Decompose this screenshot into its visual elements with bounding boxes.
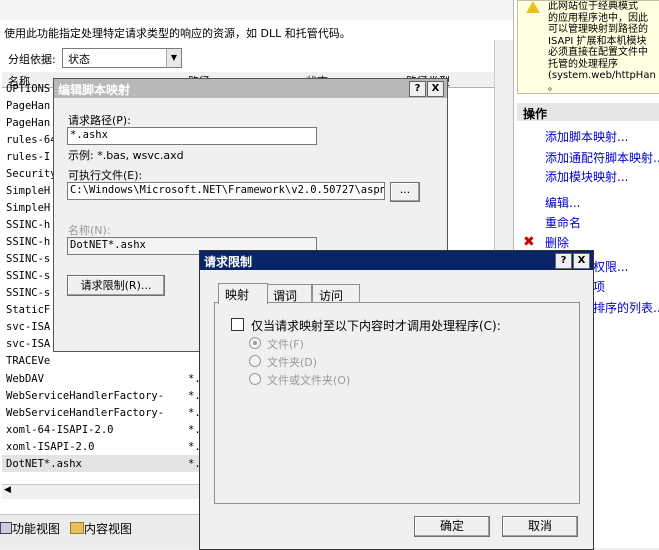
executable-label: 可执行文件(E):	[68, 169, 143, 182]
add-wildcard-map-link[interactable]: 添加通配符脚本映射...	[545, 149, 659, 166]
list-item[interactable]: WebServiceHandlerFactory-	[6, 390, 164, 402]
list-item[interactable]: SSINC-h	[6, 219, 50, 231]
list-item[interactable]: WebDAV	[6, 373, 44, 385]
dialog-title-bar[interactable]: 编辑脚本映射 ? X	[54, 79, 447, 98]
folder-radio[interactable]	[249, 355, 261, 367]
list-item[interactable]: xoml-64-ISAPI-2.0	[6, 424, 113, 436]
groupby-label: 分组依据:	[8, 53, 56, 66]
file-or-folder-radio[interactable]	[249, 373, 261, 385]
list-item[interactable]: TRACEVe	[6, 355, 50, 367]
feature-description: 使用此功能指定处理特定请求类型的响应的资源，如 DLL 和托管代码。	[4, 27, 351, 40]
tab-panel-mapping: 仅当请求映射至以下内容时才调用处理程序(C): 文件(F) 文件夹(D) 文件或…	[214, 302, 580, 504]
list-item[interactable]: SimpleH	[6, 202, 50, 214]
rename-link[interactable]: 重命名	[545, 214, 581, 231]
tab-content-view[interactable]: 内容视图	[70, 520, 132, 537]
list-item[interactable]: SSINC-s	[6, 253, 50, 265]
file-radio[interactable]	[249, 337, 261, 349]
request-path-label: 请求路径(P):	[68, 114, 131, 127]
item-link[interactable]: 项	[593, 278, 605, 295]
list-item[interactable]: WebServiceHandlerFactory-	[6, 407, 164, 419]
file-or-folder-label: 文件或文件夹(O)	[267, 374, 351, 387]
list-item[interactable]: SimpleH	[6, 185, 50, 197]
list-item[interactable]: rules-I	[6, 151, 50, 163]
groupby-select[interactable]: 状态 ▼	[62, 48, 182, 68]
features-view-icon	[0, 522, 12, 534]
permissions-link[interactable]: 权限...	[593, 258, 628, 275]
list-item[interactable]: xoml-ISAPI-2.0	[6, 441, 95, 453]
cancel-button[interactable]: 取消	[502, 516, 578, 537]
info-box: 此网站位于经典模式 的应用程序池中，因此 可以管理映射到路径的 ISAPI 扩展…	[517, 0, 659, 94]
help-button[interactable]: ?	[555, 253, 572, 269]
chevron-down-icon[interactable]: ▼	[166, 49, 181, 67]
dialog-title: 请求限制	[204, 255, 253, 269]
edit-link[interactable]: 编辑...	[545, 194, 580, 211]
file-label: 文件(F)	[267, 338, 304, 351]
dialog-title: 编辑脚本映射	[58, 83, 131, 97]
actions-header: 操作	[517, 103, 659, 121]
list-item[interactable]: svc-ISA	[6, 321, 50, 333]
list-item[interactable]: PageHan	[6, 117, 50, 129]
invoke-only-checkbox[interactable]	[231, 318, 244, 331]
example-text: 示例: *.bas, wsvc.axd	[68, 149, 184, 162]
list-item[interactable]: OPTIONS	[6, 83, 50, 95]
list-item[interactable]: StaticF	[6, 304, 50, 316]
executable-input[interactable]: C:\Windows\Microsoft.NET\Framework\v2.0.…	[67, 182, 385, 200]
request-path-input[interactable]: *.ashx	[67, 127, 317, 145]
close-button[interactable]: X	[573, 253, 590, 269]
name-label: 名称(N):	[68, 224, 111, 237]
add-script-map-link[interactable]: 添加脚本映射...	[545, 128, 628, 145]
list-item[interactable]: svc-ISA	[6, 338, 50, 350]
list-item-selected[interactable]: DotNET*.ashx	[6, 458, 82, 470]
list-item[interactable]: SSINC-s	[6, 287, 50, 299]
request-restrictions-dialog: 请求限制 ? X 映射 谓词 访问 仅当请求映射至以下内容时才调用处理程序(C)…	[199, 250, 594, 550]
close-button[interactable]: X	[427, 81, 444, 97]
top-strip	[0, 0, 513, 20]
list-item[interactable]: rules-64	[6, 134, 57, 146]
sorted-list-link[interactable]: 排序的列表...	[593, 299, 659, 316]
request-restrictions-button[interactable]: 请求限制(R)...	[67, 275, 165, 296]
delete-icon: ✖	[523, 234, 535, 250]
groupby-value: 状态	[68, 53, 90, 66]
list-item[interactable]: PageHan	[6, 100, 50, 112]
delete-link[interactable]: 删除	[545, 234, 569, 251]
warning-icon	[526, 1, 540, 13]
tab-features-view[interactable]: 功能视图	[0, 520, 60, 537]
info-text: 此网站位于经典模式 的应用程序池中，因此 可以管理映射到路径的 ISAPI 扩展…	[548, 1, 656, 93]
tab-verbs[interactable]: 谓词	[266, 284, 312, 303]
tab-mapping[interactable]: 映射	[218, 283, 268, 304]
dialog-title-bar[interactable]: 请求限制 ? X	[200, 251, 593, 270]
ok-button[interactable]: 确定	[414, 516, 490, 537]
help-button[interactable]: ?	[409, 81, 426, 97]
invoke-only-label: 仅当请求映射至以下内容时才调用处理程序(C):	[251, 319, 501, 333]
browse-button[interactable]: ...	[390, 182, 420, 202]
add-module-map-link[interactable]: 添加模块映射...	[545, 168, 628, 185]
list-item[interactable]: Security	[6, 168, 57, 180]
scroll-left-icon[interactable]: ◀	[4, 485, 11, 495]
folder-icon	[70, 522, 84, 534]
folder-label: 文件夹(D)	[267, 356, 318, 369]
list-item[interactable]: SSINC-s	[6, 270, 50, 282]
tab-access[interactable]: 访问	[312, 284, 360, 303]
list-item[interactable]: SSINC-h	[6, 236, 50, 248]
